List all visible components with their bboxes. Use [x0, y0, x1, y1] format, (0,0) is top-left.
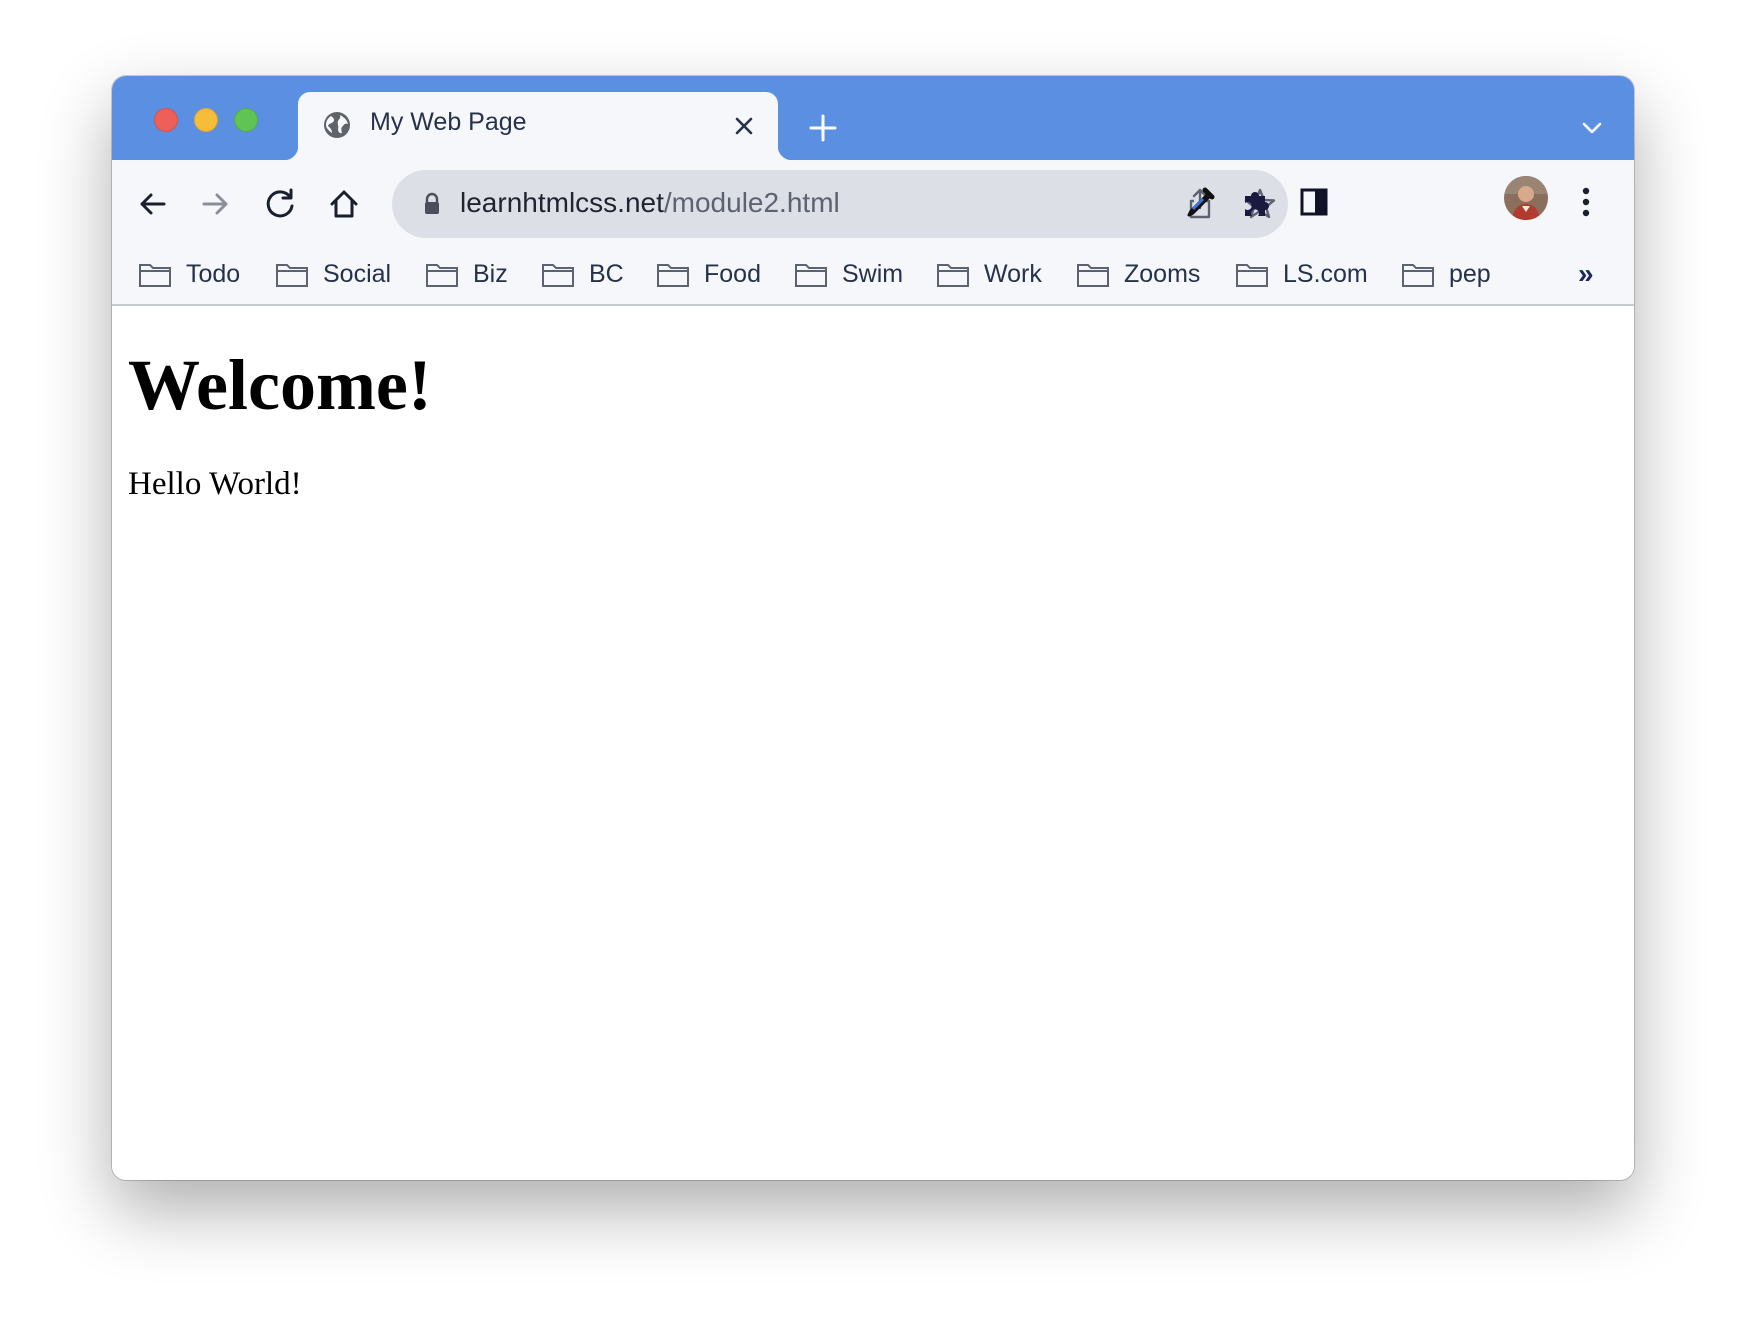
bookmark-label: Zooms — [1124, 259, 1201, 288]
bookmark-folder-zooms[interactable]: Zooms — [1076, 254, 1200, 294]
window-close-button[interactable] — [154, 108, 178, 132]
globe-icon — [324, 112, 350, 138]
page-content: Welcome! Hello World! — [112, 306, 1634, 1180]
back-button[interactable] — [132, 184, 172, 224]
page-heading: Welcome! — [128, 345, 432, 425]
bookmark-folder-biz[interactable]: Biz — [425, 254, 508, 294]
bookmark-folder-swim[interactable]: Swim — [794, 254, 903, 294]
arrow-right-icon — [202, 193, 228, 215]
bookmark-folder-todo[interactable]: Todo — [138, 254, 240, 294]
bookmark-label: pep — [1449, 259, 1491, 288]
tab-active[interactable]: My Web Page — [284, 92, 792, 160]
reload-icon — [266, 188, 294, 218]
kebab-menu-icon — [1582, 187, 1590, 217]
folder-icon — [937, 264, 969, 287]
url-domain: learnhtmlcss.net — [460, 187, 664, 218]
url-text[interactable]: learnhtmlcss.net/module2.html — [460, 187, 840, 219]
bookmark-label: Biz — [473, 259, 508, 288]
tab-title: My Web Page — [370, 108, 527, 136]
bookmarks-bar: Todo Social Biz BC Food Swim Work Zooms … — [112, 246, 1634, 302]
window-minimize-button[interactable] — [194, 108, 218, 132]
close-icon[interactable] — [730, 112, 758, 140]
url-path: /module2.html — [663, 187, 840, 218]
bookmark-label: Todo — [186, 259, 241, 288]
folder-icon — [542, 264, 574, 287]
folder-icon — [795, 264, 827, 287]
bookmark-folder-lscom[interactable]: LS.com — [1235, 254, 1368, 294]
home-button[interactable] — [324, 184, 364, 224]
bookmark-label: Swim — [842, 259, 904, 288]
puzzle-piece-icon — [1245, 192, 1269, 216]
folder-icon — [139, 264, 171, 287]
eyedropper-extension-button[interactable] — [1180, 182, 1220, 222]
bookmark-folder-bc[interactable]: BC — [541, 254, 624, 294]
bookmark-label: LS.com — [1283, 259, 1368, 288]
browser-toolbar: learnhtmlcss.net/module2.html Todo Socia… — [112, 160, 1634, 306]
folder-icon — [657, 264, 689, 287]
page-paragraph: Hello World! — [128, 466, 302, 502]
folder-icon — [426, 264, 458, 287]
bookmark-folder-food[interactable]: Food — [656, 254, 761, 294]
bookmark-label: Food — [704, 259, 761, 288]
bookmark-label: Social — [323, 259, 392, 288]
extensions-button[interactable] — [1236, 182, 1276, 222]
bookmark-folder-work[interactable]: Work — [936, 254, 1042, 294]
chevron-down-icon[interactable] — [1578, 114, 1606, 142]
new-tab-plus-icon[interactable] — [806, 111, 840, 145]
home-icon — [330, 190, 358, 218]
eyedropper-icon — [1187, 187, 1215, 217]
folder-icon — [1402, 264, 1434, 287]
bookmark-folder-pep[interactable]: pep — [1401, 254, 1491, 294]
lock-icon[interactable] — [418, 190, 446, 218]
bookmarks-overflow-button[interactable]: » — [1578, 258, 1594, 290]
folder-icon — [276, 264, 308, 287]
chrome-menu-button[interactable] — [1566, 182, 1606, 222]
arrow-left-icon — [140, 193, 166, 215]
forward-button[interactable] — [196, 184, 236, 224]
tab-strip: My Web Page — [112, 76, 1634, 160]
bookmark-folder-social[interactable]: Social — [275, 254, 391, 294]
bookmark-label: BC — [589, 259, 624, 288]
folder-icon — [1077, 264, 1109, 287]
side-panel-icon — [1300, 188, 1328, 216]
address-bar[interactable]: learnhtmlcss.net/module2.html — [392, 170, 1288, 238]
reload-button[interactable] — [260, 184, 300, 224]
folder-icon — [1236, 264, 1268, 287]
bookmark-label: Work — [984, 259, 1042, 288]
window-maximize-button[interactable] — [234, 108, 258, 132]
side-panel-button[interactable] — [1294, 182, 1334, 222]
chrome-menu-button-spacer — [1504, 182, 1544, 222]
browser-window: My Web Page learnhtmlcss.net/module2.htm… — [112, 76, 1634, 1180]
